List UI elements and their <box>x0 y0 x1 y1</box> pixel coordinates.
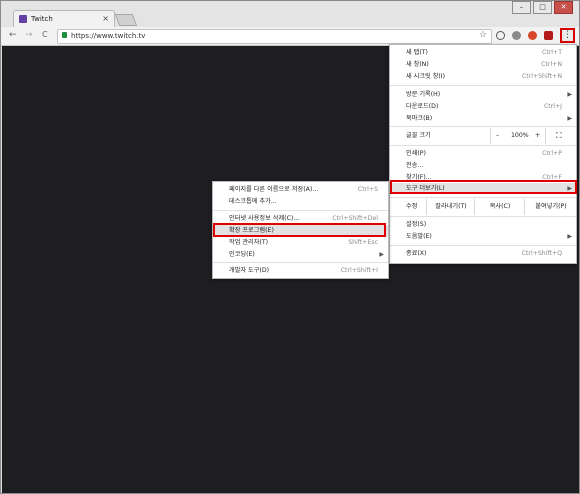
minimize-button[interactable]: – <box>512 1 531 14</box>
copy-button[interactable]: 복사(C) <box>474 199 525 215</box>
submenu-arrow-icon: ▶ <box>567 115 572 122</box>
menu-item-zoom: 글꼴 크기 – 100% + ⛶ <box>390 128 576 144</box>
menu-item-print[interactable]: 인쇄(P) Ctrl+P <box>390 148 576 159</box>
menu-divider <box>213 262 388 263</box>
cut-button[interactable]: 잘라내기(T) <box>426 199 475 215</box>
forward-button[interactable]: → <box>25 30 33 40</box>
menu-item-exit[interactable]: 종료(X) Ctrl+Shift+Q <box>390 248 576 259</box>
title-bar: Twitch × – □ ✕ <box>1 1 579 28</box>
address-bar[interactable]: https://www.twitch.tv ☆ <box>57 29 492 44</box>
bookmark-star-icon[interactable]: ☆ <box>479 30 487 40</box>
menu-item-history[interactable]: 방문 기록(H) ▶ <box>390 89 576 100</box>
url-text: https://www.twitch.tv <box>71 32 146 40</box>
window-controls: – □ ✕ <box>512 1 573 14</box>
submenu-arrow-icon: ▶ <box>567 91 572 98</box>
submenu-item-dev-tools[interactable]: 개발자 도구(D) Ctrl+Shift+I <box>213 265 388 276</box>
menu-item-help[interactable]: 도움말(E) ▶ <box>390 231 576 242</box>
tab-title: Twitch <box>31 15 53 23</box>
submenu-item-encoding[interactable]: 인코딩(E) ▶ <box>213 249 388 260</box>
menu-item-settings[interactable]: 설정(S) <box>390 219 576 230</box>
submenu-item-save-page[interactable]: 페이지를 다른 이름으로 저장(A)... Ctrl+S <box>213 184 388 195</box>
menu-divider <box>390 126 576 127</box>
extension-red-icon[interactable] <box>544 31 553 40</box>
menu-divider <box>213 210 388 211</box>
tab-close-icon[interactable]: × <box>102 14 109 23</box>
maximize-button[interactable]: □ <box>533 1 552 14</box>
new-tab-button[interactable] <box>114 14 138 26</box>
zoom-in-button[interactable]: + <box>535 128 540 144</box>
menu-divider <box>390 197 576 198</box>
menu-divider <box>390 85 576 86</box>
menu-item-new-tab[interactable]: 새 탭(T) Ctrl+T <box>390 47 576 58</box>
extension-shield-icon[interactable] <box>528 31 537 40</box>
back-button[interactable]: ← <box>9 30 17 40</box>
lock-icon <box>62 32 67 38</box>
paste-button[interactable]: 붙여넣기(P) <box>524 199 577 215</box>
close-window-button[interactable]: ✕ <box>554 1 573 14</box>
menu-divider <box>390 245 576 246</box>
menu-item-downloads[interactable]: 다운로드(D) Ctrl+J <box>390 101 576 112</box>
chrome-menu-icon[interactable]: ⋮ <box>560 28 575 43</box>
menu-item-cast[interactable]: 전송... <box>390 160 576 171</box>
zoom-out-button[interactable]: – <box>496 128 499 144</box>
submenu-item-task-manager[interactable]: 작업 관리자(T) Shift+Esc <box>213 237 388 248</box>
extension-block-icon[interactable] <box>496 31 505 40</box>
extensions-highlight <box>213 223 386 237</box>
menu-item-bookmarks[interactable]: 북마크(B) ▶ <box>390 113 576 124</box>
tab-twitch[interactable]: Twitch × <box>13 10 115 28</box>
submenu-arrow-icon: ▶ <box>379 251 384 258</box>
extension-gear-icon[interactable] <box>512 31 521 40</box>
menu-divider <box>390 216 576 217</box>
more-tools-highlight <box>390 180 577 194</box>
browser-window: Twitch × – □ ✕ ← → C https://www.twitch.… <box>0 0 580 494</box>
reload-button[interactable]: C <box>42 30 48 39</box>
fullscreen-icon[interactable]: ⛶ <box>556 128 562 144</box>
menu-item-edit: 수정 잘라내기(T) 복사(C) 붙여넣기(P) <box>390 199 576 215</box>
submenu-arrow-icon: ▶ <box>567 233 572 240</box>
submenu-item-add-to-desktop[interactable]: 데스크톱에 추가... <box>213 196 388 207</box>
chrome-main-menu: 새 탭(T) Ctrl+T 새 창(N) Ctrl+N 새 시크릿 창(I) Ctrl… <box>389 44 577 264</box>
menu-divider <box>390 145 576 146</box>
menu-item-new-window[interactable]: 새 창(N) Ctrl+N <box>390 59 576 70</box>
twitch-favicon-icon <box>19 15 27 23</box>
menu-item-new-incognito[interactable]: 새 시크릿 창(I) Ctrl+Shift+N <box>390 71 576 82</box>
zoom-level: 100% <box>511 132 529 139</box>
